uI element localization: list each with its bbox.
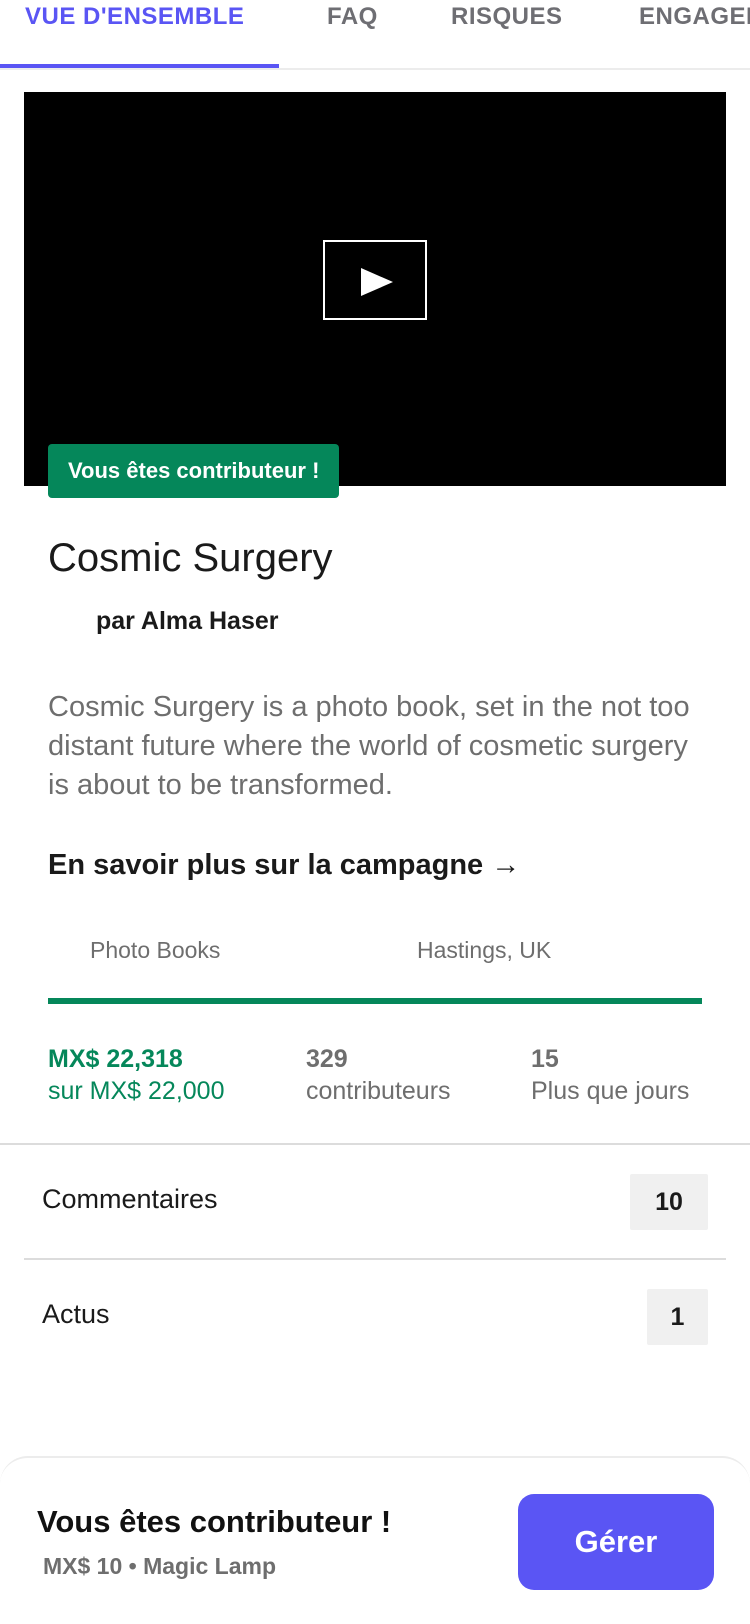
project-title: Cosmic Surgery bbox=[48, 536, 333, 580]
tab-faq[interactable]: FAQ bbox=[327, 0, 378, 68]
project-page: VUE D'ENSEMBLE FAQ RISQUES ENGAGEMENT Vo… bbox=[0, 0, 750, 1624]
updates-count-badge: 1 bbox=[647, 1289, 708, 1345]
project-location[interactable]: Hastings, UK bbox=[417, 937, 551, 964]
manage-pledge-button[interactable]: Gérer bbox=[518, 1494, 714, 1590]
project-category[interactable]: Photo Books bbox=[90, 937, 220, 964]
pledge-reward-summary: MX$ 10 • Magic Lamp bbox=[43, 1553, 277, 1579]
pledge-status-title: Vous êtes contributeur ! bbox=[37, 1504, 392, 1539]
tab-overview[interactable]: VUE D'ENSEMBLE bbox=[25, 0, 244, 68]
project-blurb: Cosmic Surgery is a photo book, set in t… bbox=[48, 691, 690, 801]
days-left-count: 15 bbox=[531, 1045, 559, 1073]
comments-row[interactable]: Commentaires 10 bbox=[24, 1146, 726, 1258]
stat-pledged: MX$ 22,318 sur MX$ 22,000 bbox=[48, 1043, 225, 1107]
comments-count-badge: 10 bbox=[630, 1174, 708, 1230]
pledge-manage-bar: Vous êtes contributeur ! MX$ 10 • Magic … bbox=[0, 1456, 750, 1624]
funding-progress-bar bbox=[48, 998, 702, 1004]
comments-label: Commentaires bbox=[42, 1184, 218, 1214]
row-divider bbox=[24, 1258, 726, 1260]
section-divider bbox=[0, 1143, 750, 1145]
backers-label: contributeurs bbox=[306, 1077, 451, 1105]
tab-commitment[interactable]: ENGAGEMENT bbox=[639, 0, 750, 68]
pledged-amount: MX$ 22,318 bbox=[48, 1045, 183, 1073]
project-tabs: VUE D'ENSEMBLE FAQ RISQUES ENGAGEMENT bbox=[0, 0, 750, 70]
active-tab-indicator bbox=[0, 64, 279, 68]
learn-more-link[interactable]: En savoir plus sur la campagne → bbox=[48, 849, 520, 882]
tab-risks[interactable]: RISQUES bbox=[451, 0, 563, 68]
updates-label: Actus bbox=[42, 1299, 110, 1329]
play-button[interactable] bbox=[323, 240, 427, 320]
play-icon bbox=[361, 268, 393, 296]
project-video[interactable] bbox=[24, 92, 726, 486]
stat-backers: 329 contributeurs bbox=[306, 1043, 451, 1107]
project-creator[interactable]: par Alma Haser bbox=[96, 607, 279, 636]
funding-progress-fill bbox=[48, 998, 702, 1004]
backer-badge: Vous êtes contributeur ! bbox=[48, 444, 340, 498]
backers-count: 329 bbox=[306, 1045, 348, 1073]
pledged-goal: sur MX$ 22,000 bbox=[48, 1077, 225, 1105]
updates-row[interactable]: Actus 1 bbox=[24, 1261, 726, 1373]
stat-days-left: 15 Plus que jours bbox=[531, 1043, 689, 1107]
days-left-label: Plus que jours bbox=[531, 1077, 690, 1105]
